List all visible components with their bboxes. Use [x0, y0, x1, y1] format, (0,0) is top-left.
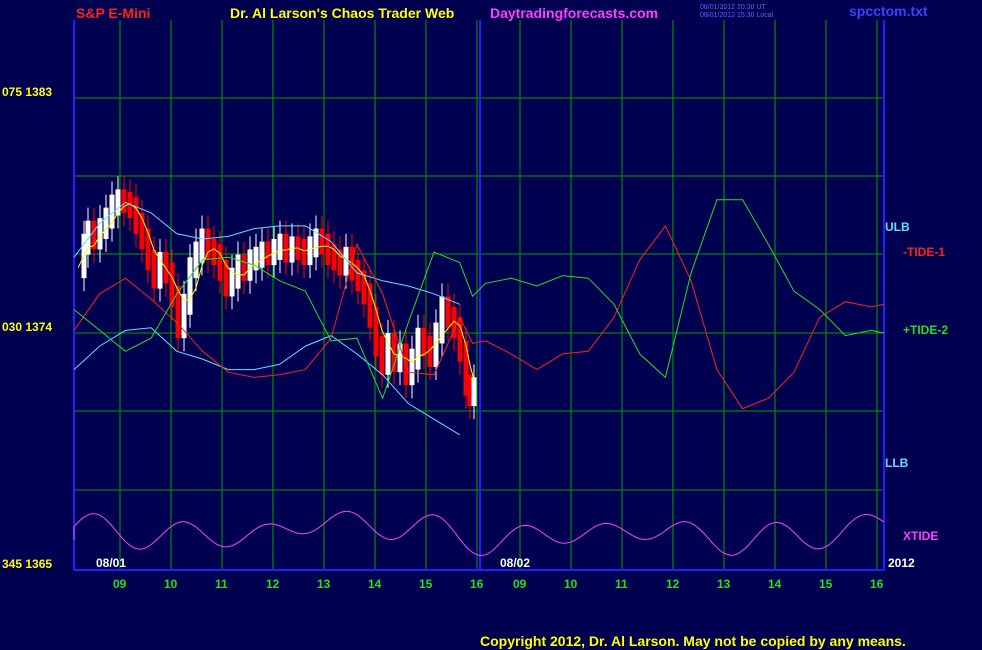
- x-tick-label: 13: [317, 577, 331, 591]
- date-label: 2012: [888, 556, 915, 570]
- series-label: +TIDE-2: [903, 323, 948, 337]
- x-tick-label: 16: [470, 577, 484, 591]
- chart-title: Dr. Al Larson's Chaos Trader Web: [230, 5, 454, 21]
- x-tick-label: 10: [564, 577, 578, 591]
- x-tick-label: 14: [768, 577, 782, 591]
- x-tick-label: 12: [666, 577, 680, 591]
- price-bars: [77, 176, 477, 420]
- grid-lines: [73, 20, 885, 571]
- file-label: spcctom.txt: [849, 3, 928, 19]
- x-tick-label: 13: [717, 577, 731, 591]
- series-label: XTIDE: [903, 529, 938, 543]
- site-label: Daytradingforecasts.com: [490, 5, 658, 21]
- series-label: LLB: [885, 456, 909, 470]
- series-label: ULB: [885, 220, 910, 234]
- chart-canvas: 075 1383 030 1374 345 1365 09 10 11 12 13 14 15 16…: [2, 3, 948, 649]
- x-tick-label: 16: [870, 577, 884, 591]
- timestamp-local: 08/01/2012 15:30 Local: [700, 12, 774, 19]
- axis-labels: 075 1383 030 1374 345 1365 09 10 11 12 13 14 15 16…: [2, 85, 948, 591]
- y-axis-label: 075 1383: [2, 85, 52, 99]
- y-axis-label: 030 1374: [2, 320, 52, 334]
- y-axis-label: 345 1365: [2, 557, 52, 571]
- date-label: 08/02: [500, 556, 530, 570]
- timestamp-ut: 08/01/2012 20:30 UT: [700, 4, 766, 11]
- x-tick-label: 11: [615, 577, 628, 591]
- x-tick-label: 11: [215, 577, 228, 591]
- x-tick-label: 10: [164, 577, 178, 591]
- x-tick-label: 09: [113, 577, 127, 591]
- date-label: 08/01: [96, 556, 126, 570]
- x-tick-label: 09: [513, 577, 527, 591]
- series-label: -TIDE-1: [903, 245, 945, 259]
- copyright: Copyright 2012, Dr. Al Larson. May not b…: [480, 633, 906, 649]
- x-tick-label: 12: [266, 577, 280, 591]
- x-tick-label: 14: [368, 577, 382, 591]
- x-tick-label: 15: [419, 577, 433, 591]
- x-tick-label: 15: [819, 577, 833, 591]
- instrument-label: S&P E-Mini: [76, 5, 150, 21]
